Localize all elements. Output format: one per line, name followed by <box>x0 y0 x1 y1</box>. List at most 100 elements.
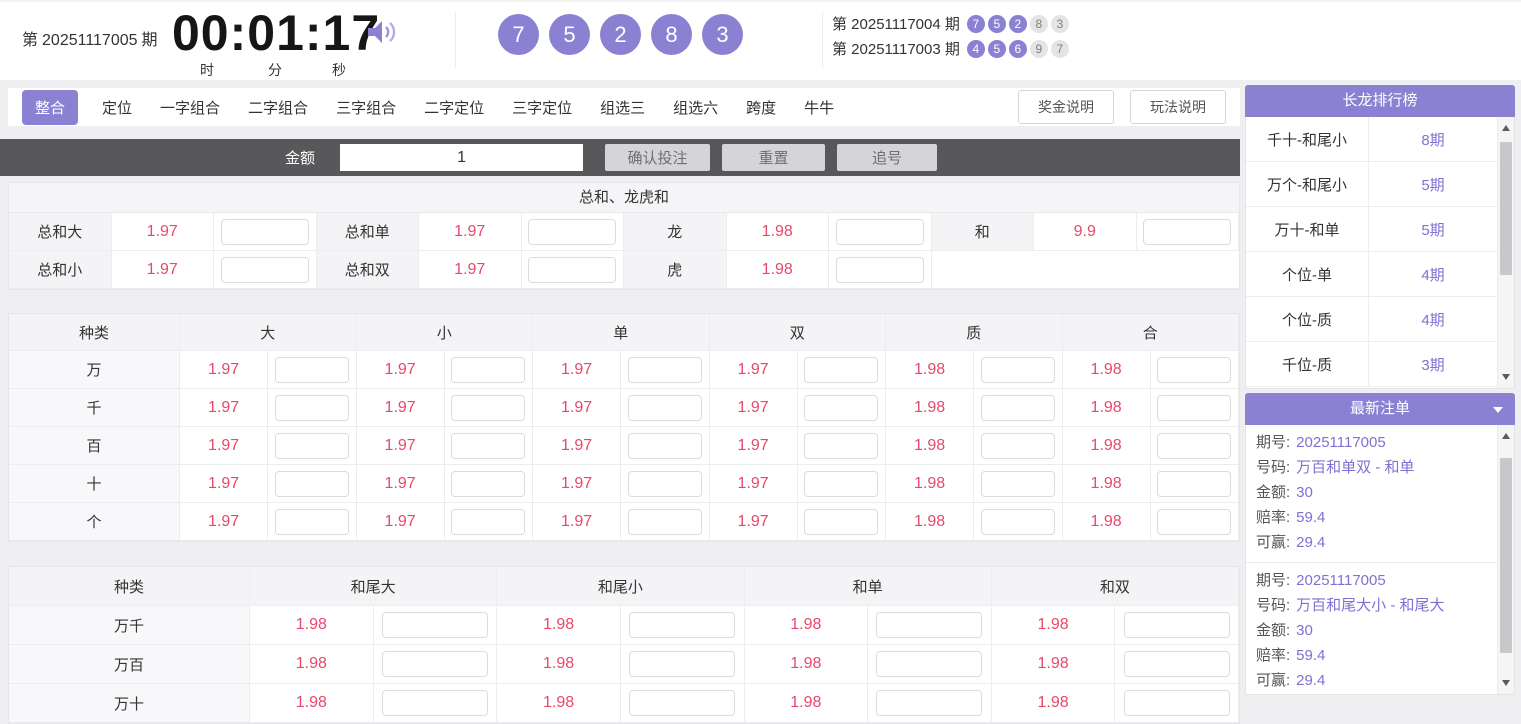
bet-amount-input[interactable] <box>451 356 526 383</box>
bet-amount-input[interactable] <box>876 651 983 677</box>
odds-value: 1.98 <box>250 684 374 723</box>
bet-amount-input[interactable] <box>451 470 526 497</box>
bet-amount-input[interactable] <box>381 690 488 716</box>
dragon-rank-title: 长龙排行榜 <box>1342 92 1418 109</box>
odds-value: 1.98 <box>991 645 1116 684</box>
scroll-up-icon[interactable] <box>1498 119 1514 137</box>
odds-value: 1.98 <box>744 684 869 723</box>
bet-amount-input[interactable] <box>1157 470 1232 497</box>
bet-amount-input[interactable] <box>804 394 879 421</box>
bet-amount-input[interactable] <box>629 690 736 716</box>
header-divider <box>455 12 456 68</box>
bet-amount-input[interactable] <box>980 394 1055 421</box>
scroll-down-icon[interactable] <box>1498 674 1514 692</box>
odds-value: 1.98 <box>886 389 975 427</box>
bet-amount-input[interactable] <box>980 508 1055 535</box>
bet-amount-input[interactable] <box>274 470 349 497</box>
bet-amount-input[interactable] <box>220 218 309 245</box>
confirm-bet-button[interactable]: 确认投注 <box>605 144 711 171</box>
bet-amount-input[interactable] <box>980 432 1055 459</box>
nav-tab[interactable]: 跨度 <box>746 97 776 118</box>
odds-value: 1.98 <box>744 606 869 645</box>
nav-tab[interactable]: 三字组合 <box>336 97 396 118</box>
bet-amount-input[interactable] <box>274 394 349 421</box>
bet-amount-input[interactable] <box>1123 690 1230 716</box>
odds-value: 1.97 <box>356 503 445 541</box>
bet-amount-input[interactable] <box>835 218 924 245</box>
chevron-down-icon[interactable] <box>1493 407 1503 413</box>
bet-amount-input[interactable] <box>835 256 924 283</box>
bet-amount-input[interactable] <box>1157 356 1232 383</box>
history-ball: 9 <box>1029 39 1048 58</box>
bet-amount-input[interactable] <box>627 470 702 497</box>
bet-amount-input[interactable] <box>451 508 526 535</box>
order-entry: 期号: 20251117005 号码: 万百和单双 - 和单 金额: 30 赔率: 59.4 可… <box>1246 425 1497 562</box>
bet-amount-input[interactable] <box>627 508 702 535</box>
bet-amount-input[interactable] <box>1143 218 1232 245</box>
play-info-button[interactable]: 玩法说明 <box>1130 90 1226 124</box>
order-field: 金额: 30 <box>1256 618 1497 643</box>
bet-amount-input[interactable] <box>451 394 526 421</box>
bet-amount-input[interactable] <box>381 612 488 638</box>
bet-input-cell <box>621 427 710 465</box>
section-title: 总和、龙虎和 <box>9 183 1239 213</box>
nav-tab[interactable]: 牛牛 <box>804 97 834 118</box>
bet-amount-input[interactable] <box>804 470 879 497</box>
prize-info-button[interactable]: 奖金说明 <box>1018 90 1114 124</box>
bet-amount-input[interactable] <box>451 432 526 459</box>
bet-amount-input[interactable] <box>528 218 617 245</box>
bet-type-label: 龙 <box>624 213 727 251</box>
bet-amount-input[interactable] <box>274 356 349 383</box>
scroll-up-icon[interactable] <box>1498 427 1514 445</box>
scrollbar-thumb[interactable] <box>1500 458 1512 653</box>
nav-tab[interactable]: 二字定位 <box>424 97 484 118</box>
bet-amount-input[interactable] <box>980 356 1055 383</box>
bet-amount-input[interactable] <box>627 432 702 459</box>
nav-tab[interactable]: 组选三 <box>600 97 645 118</box>
bet-amount-input[interactable] <box>274 508 349 535</box>
bet-amount-input[interactable] <box>1157 394 1232 421</box>
bet-amount-input[interactable] <box>1157 508 1232 535</box>
nav-tab[interactable]: 组选六 <box>673 97 718 118</box>
nav-tab[interactable]: 定位 <box>102 97 132 118</box>
scrollbar-thumb[interactable] <box>1500 142 1512 275</box>
issue-number: 20251117005 <box>42 32 138 49</box>
bet-amount-input[interactable] <box>980 470 1055 497</box>
bet-amount-input[interactable] <box>627 394 702 421</box>
bet-amount-input[interactable] <box>804 432 879 459</box>
chase-number-button[interactable]: 追号 <box>837 144 938 171</box>
bet-input-cell <box>444 427 533 465</box>
bet-amount-input[interactable] <box>627 356 702 383</box>
order-field-value: 59.4 <box>1296 647 1326 664</box>
scrollbar[interactable] <box>1497 425 1514 694</box>
bet-amount-input[interactable] <box>1157 432 1232 459</box>
odds-value: 1.97 <box>356 465 445 503</box>
bet-amount-input[interactable] <box>629 612 736 638</box>
nav-tab[interactable]: 一字组合 <box>160 97 220 118</box>
bet-amount-input[interactable] <box>804 508 879 535</box>
bet-amount-input[interactable] <box>528 256 617 283</box>
nav-tab[interactable]: 二字组合 <box>248 97 308 118</box>
nav-tab[interactable]: 三字定位 <box>512 97 572 118</box>
speaker-icon[interactable] <box>366 18 398 46</box>
dragon-rank-header: 长龙排行榜 <box>1245 85 1515 117</box>
bet-amount-input[interactable] <box>381 651 488 677</box>
amount-input[interactable] <box>340 144 584 171</box>
bet-amount-input[interactable] <box>220 256 309 283</box>
odds-value: 1.97 <box>533 389 622 427</box>
nav-tab[interactable]: 整合 <box>22 89 79 125</box>
bet-amount-input[interactable] <box>1123 651 1230 677</box>
bet-amount-input[interactable] <box>876 690 983 716</box>
bet-amount-input[interactable] <box>274 432 349 459</box>
scroll-down-icon[interactable] <box>1498 368 1514 386</box>
bet-amount-input[interactable] <box>1123 612 1230 638</box>
bet-amount-input[interactable] <box>876 612 983 638</box>
bet-input-cell <box>268 389 357 427</box>
bet-amount-input[interactable] <box>629 651 736 677</box>
odds-value: 1.98 <box>1062 503 1151 541</box>
odds-value: 1.98 <box>1062 351 1151 389</box>
bet-amount-input[interactable] <box>804 356 879 383</box>
dragon-count: 4期 <box>1421 266 1445 284</box>
reset-button[interactable]: 重置 <box>722 144 826 171</box>
scrollbar[interactable] <box>1497 117 1514 388</box>
